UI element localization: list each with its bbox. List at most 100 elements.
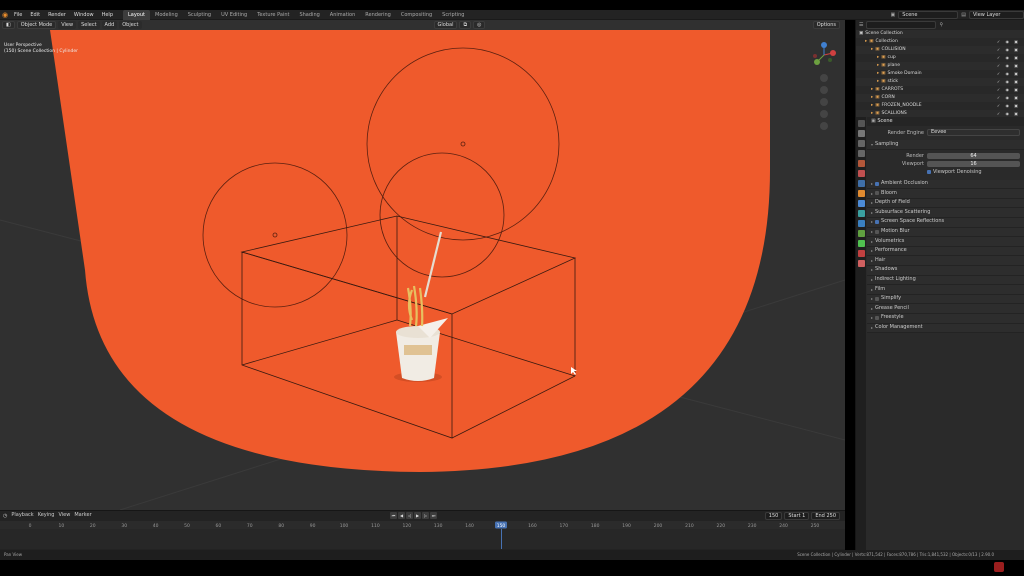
timeline-editor-icon[interactable]: ◷ [3, 513, 7, 519]
visibility-icons[interactable]: ✓ ◉ ▣ [997, 86, 1020, 94]
proportional-icon[interactable]: ◎ [473, 21, 486, 29]
panel-checkbox[interactable] [875, 220, 880, 225]
blender-logo-icon[interactable]: ◉ [0, 10, 10, 20]
tab-compositing[interactable]: Compositing [396, 10, 437, 20]
tab-sculpting[interactable]: Sculpting [183, 10, 216, 20]
outliner-item[interactable]: ▸ ▣ Smoke Domain ✓ ◉ ▣ [856, 70, 1024, 78]
options-button[interactable]: Options [812, 21, 840, 29]
disclosure-icon[interactable]: ▸ [877, 54, 879, 62]
disclosure-icon[interactable]: ▸ [865, 38, 867, 46]
outliner-item[interactable]: ▸ ▣ Collection ✓ ◉ ▣ [856, 38, 1024, 46]
tab-scripting[interactable]: Scripting [437, 10, 469, 20]
viewport-denoising-row[interactable]: Viewport Denoising [867, 169, 1024, 176]
particles-tab-icon[interactable] [857, 210, 865, 217]
menu-window[interactable]: Window [70, 10, 98, 20]
editor-type-icon[interactable]: ◧ [2, 21, 15, 29]
disclosure-icon[interactable]: ▸ [871, 86, 873, 94]
panel-checkbox[interactable] [875, 297, 880, 302]
tool-tab-icon[interactable] [857, 120, 865, 127]
jump-end-icon[interactable]: ⏭ [430, 512, 437, 519]
frame-ruler[interactable]: 0 10 20 30 40 50 60 70 80 90 100 110 120 130 140 150 160… [0, 521, 845, 529]
outliner-item[interactable]: ▸ ▣ FROZEN_NOODLE ✓ ◉ ▣ [856, 102, 1024, 110]
render-engine-dropdown[interactable]: Eevee [927, 129, 1020, 136]
modifier-tab-icon[interactable] [857, 200, 865, 207]
tab-shading[interactable]: Shading [294, 10, 324, 20]
panel-checkbox[interactable] [875, 316, 880, 321]
panel-checkbox[interactable] [875, 191, 880, 196]
view-menu-timeline[interactable]: View [58, 511, 70, 520]
outliner-editor-icon[interactable]: ☰ [859, 22, 863, 28]
mode-selector[interactable]: Object Mode [16, 21, 57, 29]
panel-checkbox[interactable] [875, 181, 880, 186]
render-tab-icon[interactable] [857, 130, 865, 137]
panel-indirect-lighting[interactable]: ▸ Indirect Lighting [867, 275, 1024, 286]
disclosure-icon[interactable]: ▸ [877, 62, 879, 70]
tab-texture-paint[interactable]: Texture Paint [252, 10, 294, 20]
play-reverse-icon[interactable]: ◁ [406, 512, 413, 519]
view-layer-tab-icon[interactable] [857, 150, 865, 157]
transform-orientation[interactable]: Global [433, 21, 458, 29]
data-tab-icon[interactable] [857, 240, 865, 247]
scene-collection-row[interactable]: ▣ Scene Collection [856, 30, 1024, 38]
filter-icon[interactable]: ⚲ [939, 22, 943, 28]
output-tab-icon[interactable] [857, 140, 865, 147]
outliner-item[interactable]: ▸ ▣ COLLISION ✓ ◉ ▣ [856, 46, 1024, 54]
object-menu[interactable]: Object [119, 21, 142, 29]
start-frame-field[interactable]: Start 1 [784, 512, 810, 520]
viewport-samples-field[interactable]: 16 [927, 161, 1020, 168]
marker-menu[interactable]: Marker [74, 511, 91, 520]
jump-start-icon[interactable]: ⏮ [390, 512, 397, 519]
timeline-track[interactable] [0, 529, 845, 549]
menu-help[interactable]: Help [98, 10, 117, 20]
end-frame-field[interactable]: End 250 [811, 512, 840, 520]
disclosure-icon[interactable]: ▸ [871, 46, 873, 54]
viewport-scene[interactable] [0, 20, 845, 510]
navigation-gizmo[interactable] [811, 42, 837, 132]
play-icon[interactable]: ▶ [414, 512, 421, 519]
visibility-icons[interactable]: ✓ ◉ ▣ [997, 46, 1020, 54]
outliner-item[interactable]: ▸ ▣ CORN ✓ ◉ ▣ [856, 94, 1024, 102]
visibility-icons[interactable]: ✓ ◉ ▣ [997, 70, 1020, 78]
outliner-item[interactable]: ▸ ▣ cup ✓ ◉ ▣ [856, 54, 1024, 62]
viewport-denoising-checkbox[interactable] [927, 170, 931, 175]
scene-selector[interactable]: Scene [898, 11, 959, 19]
view-menu[interactable]: View [58, 21, 77, 29]
prev-key-icon[interactable]: ◀ [398, 512, 405, 519]
view-layer-selector[interactable]: View Layer [969, 11, 1024, 19]
collection-tab-icon[interactable] [857, 180, 865, 187]
outliner-item[interactable]: ▸ ▣ CARROTS ✓ ◉ ▣ [856, 86, 1024, 94]
world-tab-icon[interactable] [857, 170, 865, 177]
visibility-icons[interactable]: ✓ ◉ ▣ [997, 94, 1020, 102]
next-key-icon[interactable]: ▷ [422, 512, 429, 519]
snap-icon[interactable]: ⧉ [459, 21, 472, 29]
outliner-search[interactable] [866, 21, 937, 29]
visibility-icons[interactable]: ✓ ◉ ▣ [997, 54, 1020, 62]
panel-performance[interactable]: ▸ Performance [867, 246, 1024, 257]
constraints-tab-icon[interactable] [857, 230, 865, 237]
tab-modeling[interactable]: Modeling [150, 10, 183, 20]
menu-render[interactable]: Render [44, 10, 70, 20]
tab-animation[interactable]: Animation [325, 10, 361, 20]
add-menu[interactable]: Add [101, 21, 118, 29]
panel-checkbox[interactable] [875, 229, 880, 234]
tab-uv-editing[interactable]: UV Editing [216, 10, 252, 20]
tab-rendering[interactable]: Rendering [360, 10, 396, 20]
disclosure-icon[interactable]: ▸ [871, 94, 873, 102]
texture-tab-icon[interactable] [857, 260, 865, 267]
disclosure-icon[interactable]: ▸ [871, 102, 873, 110]
menu-file[interactable]: File [10, 10, 26, 20]
menu-edit[interactable]: Edit [26, 10, 44, 20]
panel-color-management[interactable]: ▸ Color Management [867, 323, 1024, 334]
select-menu[interactable]: Select [78, 21, 100, 29]
outliner-item[interactable]: ▸ ▣ stick ✓ ◉ ▣ [856, 78, 1024, 86]
render-samples-field[interactable]: 64 [927, 153, 1020, 160]
visibility-icons[interactable]: ✓ ◉ ▣ [997, 78, 1020, 86]
outliner-item[interactable]: ▸ ▣ plane ✓ ◉ ▣ [856, 62, 1024, 70]
visibility-icons[interactable]: ✓ ◉ ▣ [997, 62, 1020, 70]
physics-tab-icon[interactable] [857, 220, 865, 227]
3d-viewport[interactable]: ◧ Object Mode View Select Add Object Glo… [0, 20, 845, 510]
tab-layout[interactable]: Layout [123, 9, 150, 20]
current-frame-field[interactable]: 150 [764, 512, 783, 520]
keying-menu[interactable]: Keying [38, 511, 55, 520]
visibility-icons[interactable]: ✓ ◉ ▣ [997, 38, 1020, 46]
